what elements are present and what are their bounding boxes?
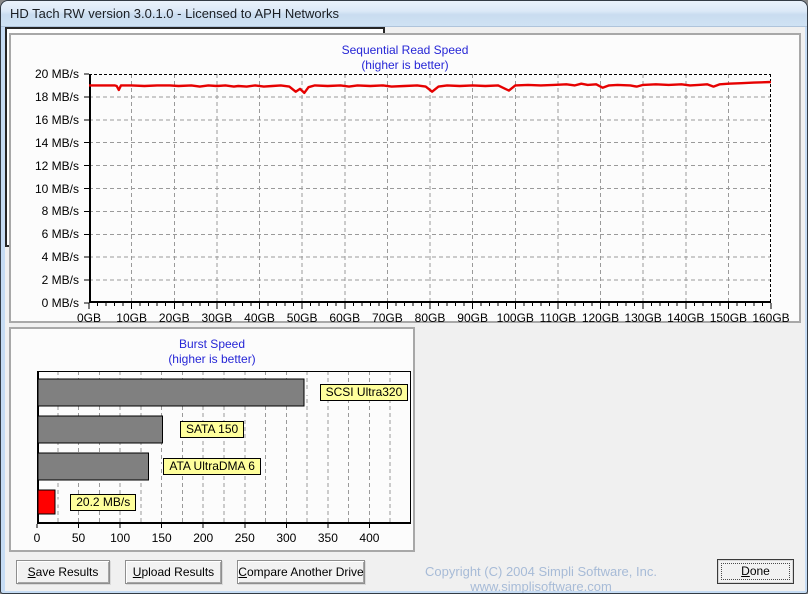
seq-y-tick-label: 6 MB/s <box>41 227 79 242</box>
save-results-button[interactable]: Save Results <box>16 560 110 584</box>
burst-bar <box>37 415 164 444</box>
window-title: HD Tach RW version 3.0.1.0 - Licensed to… <box>10 6 339 21</box>
seq-y-tick-label: 0 MB/s <box>41 296 79 310</box>
sequential-read-plot: 0 MB/s 2 MB/s 4 MB/s 6 MB/s 8 MB/s 10 MB/s 12 … <box>35 67 790 325</box>
burst-bar-label: SATA 150 <box>179 421 245 438</box>
seq-y-tick-label: 2 MB/s <box>41 273 79 288</box>
burst-bar-label: 20.2 MB/s <box>70 493 137 511</box>
burst-speed-plot: 0 50 100 150 200 250 300 350 400 SCSI Ultra320 SAT… <box>34 371 411 545</box>
seq-y-tick-label: 8 MB/s <box>41 204 79 219</box>
app-window: HD Tach RW version 3.0.1.0 - Licensed to… <box>0 0 808 594</box>
done-button[interactable]: Done <box>717 559 794 584</box>
compare-mnemonic: C <box>238 564 247 579</box>
done-label: one <box>749 564 770 578</box>
burst-x-tick-label: 400 <box>359 531 380 545</box>
title-bar[interactable]: HD Tach RW version 3.0.1.0 - Licensed to… <box>1 1 807 27</box>
upload-label: pload Results <box>141 564 215 579</box>
seq-y-tick-label: 4 MB/s <box>41 250 79 265</box>
seq-y-tick-label: 10 MB/s <box>34 181 79 196</box>
seq-y-tick-label: 14 MB/s <box>34 135 79 150</box>
burst-speed-panel: Burst Speed (higher is better) 0 50 100 150… <box>9 327 415 552</box>
seq-y-tick-label: 12 MB/s <box>34 158 79 173</box>
upload-results-button[interactable]: Upload Results <box>125 560 222 584</box>
compare-label: ompare Another Drive <box>246 564 364 579</box>
seq-y-tick-label: 18 MB/s <box>34 89 79 104</box>
seq-y-tick-label: 16 MB/s <box>34 112 79 127</box>
burst-bar-label: ATA UltraDMA 6 <box>163 458 261 475</box>
burst-bar-label: SCSI Ultra320 <box>319 384 409 401</box>
burst-speed-chart-subtitle: (higher is better) <box>168 352 256 366</box>
burst-bar <box>37 489 56 515</box>
burst-bar <box>37 452 150 481</box>
burst-speed-chart-title: Burst Speed <box>178 337 246 351</box>
seq-y-tick-label: 20 MB/s <box>34 67 79 81</box>
sequential-read-chart <box>84 73 772 309</box>
client-area: Sequential Read Speed (higher is better)… <box>5 27 805 594</box>
sequential-read-chart-title: Sequential Read Speed <box>341 43 469 57</box>
copyright-text: Copyright (C) 2004 Simpli Software, Inc.… <box>425 564 657 594</box>
save-label: ave Results <box>35 564 99 579</box>
seq-x-tick-label: 160GB <box>752 311 790 325</box>
sequential-read-panel: Sequential Read Speed (higher is better)… <box>9 33 801 325</box>
save-mnemonic: S <box>27 564 36 579</box>
sequential-read-chart-subtitle: (higher is better) <box>361 58 449 72</box>
done-mnemonic: D <box>741 564 750 578</box>
burst-bar <box>37 378 305 407</box>
compare-another-drive-button[interactable]: Compare Another Drive <box>237 560 365 584</box>
